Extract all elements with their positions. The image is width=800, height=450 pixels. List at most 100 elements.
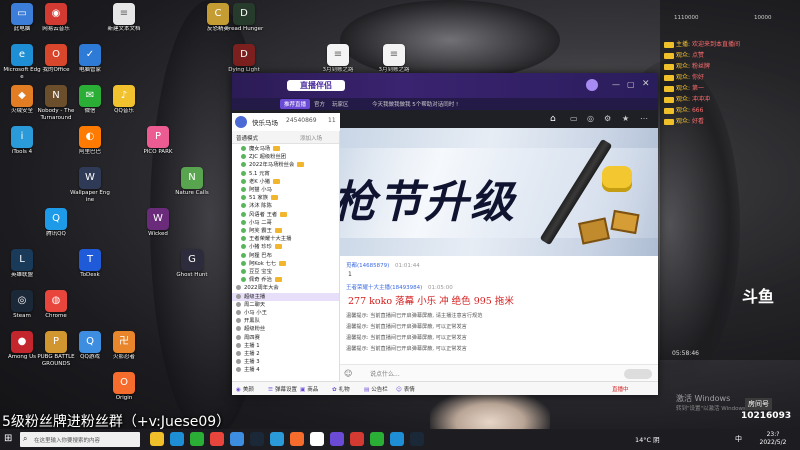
desktop-icon[interactable]: Q QQ游戏 bbox=[70, 329, 110, 373]
desktop-icon[interactable]: L 英雄联盟 bbox=[2, 247, 42, 291]
taskbar-app-icon[interactable] bbox=[390, 432, 404, 446]
bottom-tool-button[interactable]: ◉ 美颜 bbox=[236, 385, 254, 393]
language-indicator[interactable]: 中 bbox=[735, 434, 742, 444]
user-list-item[interactable]: 主播 2 bbox=[232, 350, 339, 358]
desktop-icon[interactable]: T ToDesk bbox=[70, 247, 110, 291]
chat-user[interactable]: 王者荣耀十大主播(18493984) bbox=[346, 285, 422, 291]
taskbar-app-icon[interactable] bbox=[310, 432, 324, 446]
user-list-item[interactable]: 超级粉丝 bbox=[232, 325, 339, 333]
user-list-item[interactable]: 小马 二哥 bbox=[232, 219, 339, 227]
event-banner: 枪节升级 bbox=[340, 128, 658, 256]
user-list-item[interactable]: 51 家族 bbox=[232, 194, 339, 202]
user-list-item[interactable]: 阿猫 小马 bbox=[232, 186, 339, 194]
game-icon[interactable]: ◎ bbox=[587, 114, 594, 123]
taskbar-app-icon[interactable] bbox=[170, 432, 184, 446]
taskbar-app-icon[interactable] bbox=[410, 432, 424, 446]
user-list-item[interactable]: 魔女马场 bbox=[232, 145, 339, 153]
settings-icon[interactable]: ⚙ bbox=[604, 114, 611, 123]
user-list-item[interactable]: 小猪 珍珍 bbox=[232, 243, 339, 251]
emoji-icon[interactable]: ☺ bbox=[344, 369, 352, 378]
start-icon[interactable]: ⊞ bbox=[4, 433, 12, 444]
overlay-chat-line: 主播: 欢迎来到本直播间 bbox=[664, 40, 796, 49]
tool-icon: ▤ bbox=[364, 387, 370, 393]
user-list-item[interactable]: 豆豆 宝宝 bbox=[232, 268, 339, 276]
desktop-icon[interactable]: W Wicked bbox=[138, 206, 178, 250]
send-button[interactable] bbox=[624, 369, 652, 379]
user-list-item[interactable]: 主播 4 bbox=[232, 366, 339, 374]
chat-user[interactable]: 觅都(14685879) bbox=[346, 263, 389, 269]
desktop-icon[interactable]: G Ghost Hunt bbox=[172, 247, 212, 291]
desktop-icon[interactable]: ✓ 电脑管家 bbox=[70, 42, 110, 86]
user-list-item[interactable]: 小马 小王 bbox=[232, 309, 339, 317]
bottom-tool-button[interactable]: ▣ 商品 bbox=[300, 385, 318, 393]
taskbar-app-icon[interactable] bbox=[270, 432, 284, 446]
weather-widget[interactable]: 14°C 阴 bbox=[635, 434, 660, 444]
desktop-icon[interactable]: W Wallpaper Engine bbox=[70, 165, 110, 209]
user-list-item[interactable]: 主播 3 bbox=[232, 358, 339, 366]
desktop-icon[interactable]: ◐ 阿里巴巴 bbox=[70, 124, 110, 168]
chat-input[interactable] bbox=[370, 369, 580, 379]
user-list-item[interactable]: 周二聊天 bbox=[232, 301, 339, 309]
desktop-icon[interactable]: C 反恐精英 bbox=[198, 1, 238, 45]
taskbar-app-icon[interactable] bbox=[190, 432, 204, 446]
taskbar-app-icon[interactable] bbox=[210, 432, 224, 446]
user-list-item[interactable]: 阿芙 霸王 bbox=[232, 227, 339, 235]
user-list-item[interactable]: 主播 1 bbox=[232, 342, 339, 350]
taskbar-app-icon[interactable] bbox=[330, 432, 344, 446]
desktop-icon[interactable]: P PICO PARK bbox=[138, 124, 178, 168]
user-list-item[interactable]: 5.1 元宵 bbox=[232, 170, 339, 178]
user-list-item[interactable]: 阿狸 巴布 bbox=[232, 252, 339, 260]
user-list-item[interactable]: 2022周年大会 bbox=[232, 284, 339, 292]
user-list-item[interactable]: ZJC 超级粉丝团 bbox=[232, 153, 339, 161]
desktop-icon[interactable]: ≡ 新建文本文档 bbox=[104, 1, 144, 45]
user-list-item[interactable]: 阿Kok 七七 bbox=[232, 260, 339, 268]
clock[interactable]: 23:? 2022/5/2 bbox=[752, 431, 794, 447]
user-avatar[interactable] bbox=[586, 79, 598, 91]
desktop-icon[interactable]: P PUBG BATTLEGROUNDS bbox=[36, 329, 76, 373]
desktop-icon[interactable]: Q 腾讯QQ bbox=[36, 206, 76, 250]
user-list-item[interactable]: 沐沐 陈陈 bbox=[232, 202, 339, 210]
more-icon[interactable]: ⋯ bbox=[640, 114, 648, 123]
desktop-icon[interactable]: i iTools 4 bbox=[2, 124, 42, 168]
user-list-item[interactable]: 风语者 王者 bbox=[232, 211, 339, 219]
desktop-icon[interactable]: ◍ Chrome bbox=[36, 288, 76, 332]
taskbar-app-icon[interactable] bbox=[290, 432, 304, 446]
screen-icon[interactable]: ▭ bbox=[570, 114, 578, 123]
user-list-item[interactable]: 周四赛 bbox=[232, 334, 339, 342]
user-list-item[interactable]: 超级主播 bbox=[232, 292, 339, 301]
tab-players[interactable]: 玩家区 bbox=[332, 100, 349, 108]
home-icon[interactable]: ⌂ bbox=[550, 114, 562, 125]
bottom-tool-button[interactable]: ✿ 礼物 bbox=[332, 385, 350, 393]
taskbar-search[interactable]: ⌕ 在这里输入你要搜索的内容 bbox=[20, 432, 140, 447]
left-panel-header: 普通模式 添加入场 bbox=[232, 131, 339, 144]
user-list-item[interactable]: 2022年马场粉丝会 bbox=[232, 161, 339, 169]
add-entry-button[interactable]: 添加入场 bbox=[300, 134, 322, 142]
room-number-badge: 房间号 10216093 bbox=[741, 398, 793, 428]
tab-announcement[interactable]: 今天我做我做我 5个帮助对话同时 ! bbox=[372, 100, 458, 108]
desktop-icon[interactable]: O Origin bbox=[104, 370, 144, 414]
user-list-item[interactable]: 佩奇 乔治 bbox=[232, 276, 339, 284]
taskbar-app-icon[interactable] bbox=[370, 432, 384, 446]
desktop-icon[interactable]: ◉ 网易云音乐 bbox=[36, 1, 76, 45]
desktop-icon[interactable]: N Nature Calls bbox=[172, 165, 212, 209]
taskbar-app-icon[interactable] bbox=[230, 432, 244, 446]
bottom-tool-button[interactable]: ▤ 公告栏 bbox=[364, 385, 388, 393]
bottom-tool-button[interactable]: ☰ 弹幕设置 bbox=[268, 385, 297, 393]
user-list-item[interactable]: 开黑队 bbox=[232, 317, 339, 325]
desktop-icon[interactable]: 卍火影忍者 bbox=[104, 329, 144, 373]
desktop-icon[interactable]: ♪ QQ音乐 bbox=[104, 83, 144, 127]
user-list-item[interactable]: 老K 小猪 bbox=[232, 178, 339, 186]
taskbar-app-icon[interactable] bbox=[350, 432, 364, 446]
desktop-icon[interactable]: N Nobody - The Turnaround bbox=[36, 83, 76, 127]
taskbar-app-icon[interactable] bbox=[250, 432, 264, 446]
minimize-icon[interactable]: — bbox=[612, 80, 620, 90]
tab-recommend[interactable]: 推荐直播 bbox=[280, 99, 311, 109]
user-list-item[interactable]: 王者荣耀十大主播 bbox=[232, 235, 339, 243]
bottom-tool-button[interactable]: ☺ 表情 bbox=[396, 385, 415, 393]
tab-official[interactable]: 官方 bbox=[314, 100, 325, 108]
close-icon[interactable]: ✕ bbox=[642, 79, 650, 89]
maximize-icon[interactable]: ▢ bbox=[627, 80, 635, 90]
gift-icon[interactable]: ★ bbox=[622, 114, 629, 123]
user-badge-icon bbox=[241, 211, 246, 217]
taskbar-app-icon[interactable] bbox=[150, 432, 164, 446]
